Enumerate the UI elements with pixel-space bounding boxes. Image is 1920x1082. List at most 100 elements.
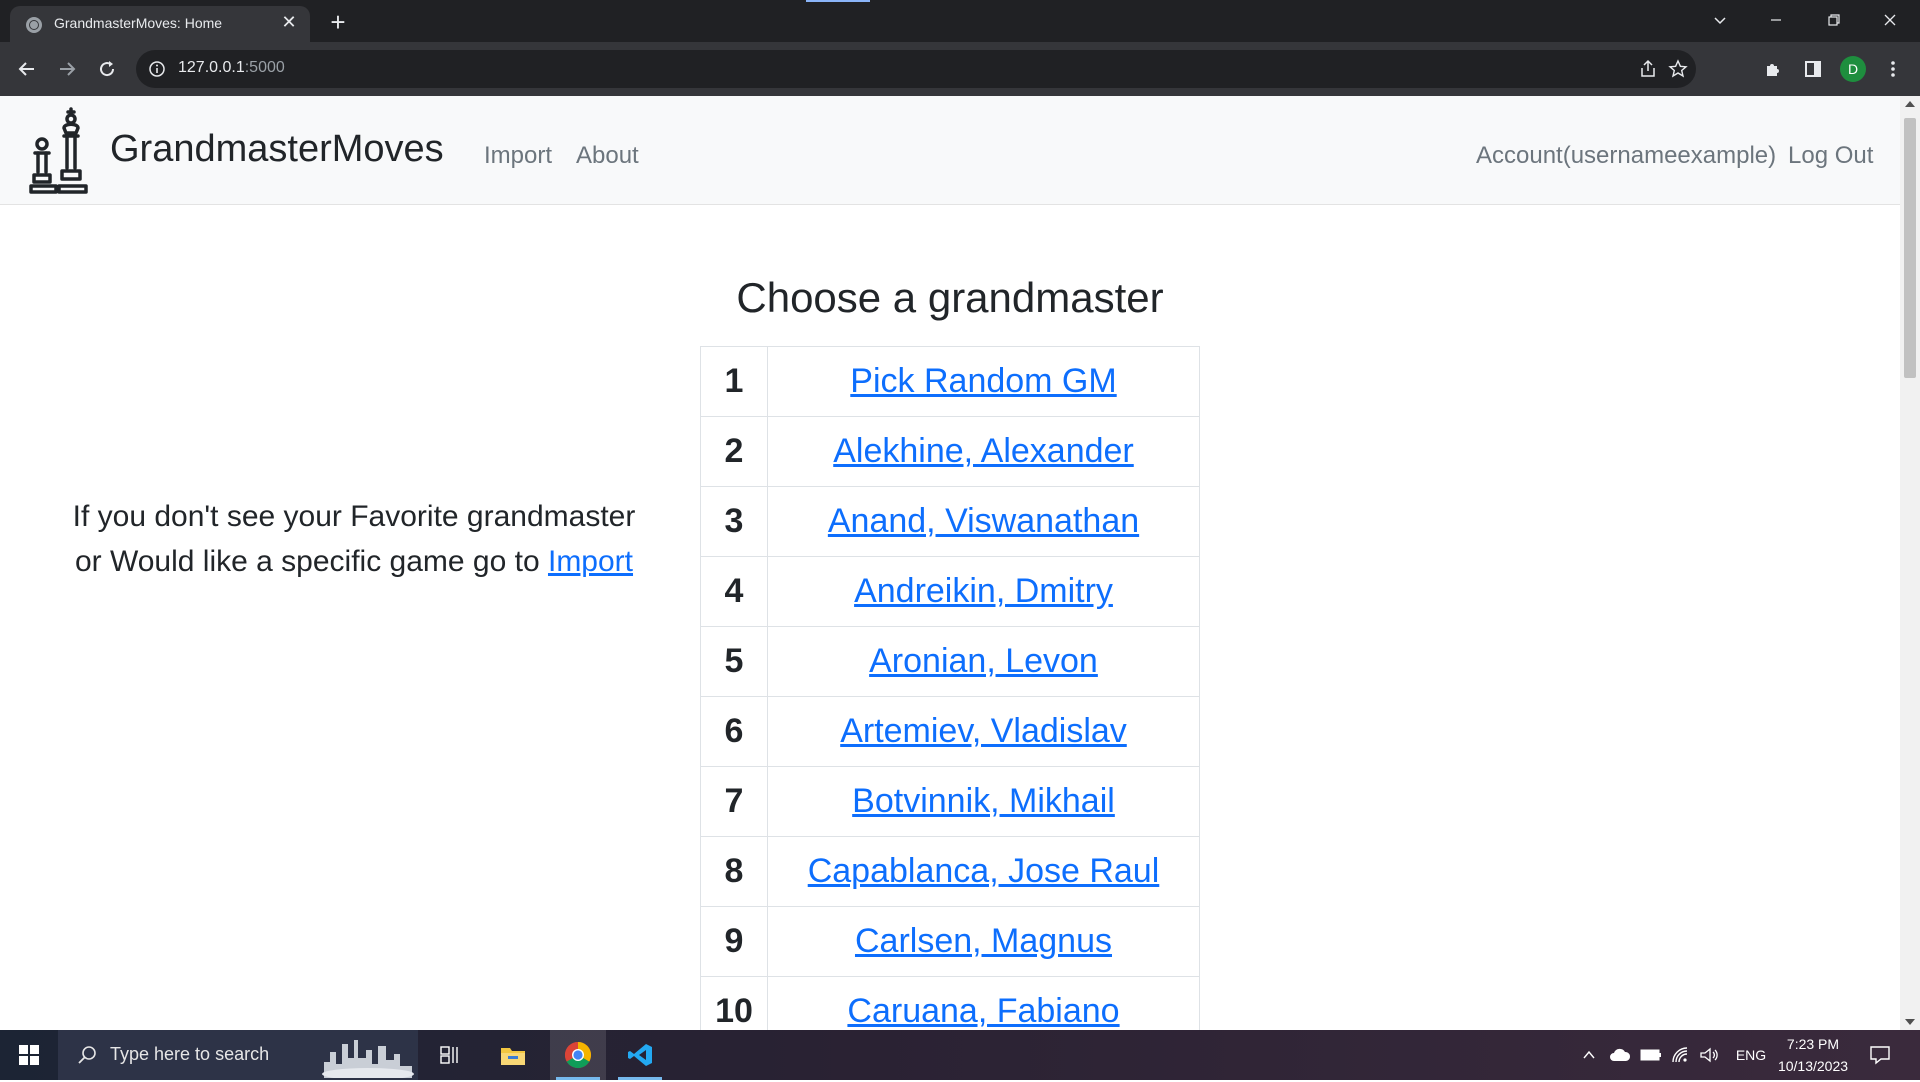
nav-link-import[interactable]: Import	[484, 142, 552, 170]
grandmaster-link[interactable]: Carlsen, Magnus	[855, 922, 1112, 960]
row-name-cell: Alekhine, Alexander	[767, 416, 1200, 487]
table-row: 3 Anand, Viswanathan	[700, 486, 1200, 557]
onedrive-cloud-icon[interactable]	[1606, 1030, 1634, 1080]
row-number: 5	[700, 626, 768, 697]
grandmaster-link[interactable]: Botvinnik, Mikhail	[852, 782, 1115, 820]
grandmaster-link[interactable]: Capablanca, Jose Raul	[808, 852, 1160, 890]
tab-title: GrandmasterMoves: Home	[54, 15, 223, 31]
table-row: 4 Andreikin, Dmitry	[700, 556, 1200, 627]
taskbar-search-box[interactable]: Type here to search	[58, 1030, 418, 1080]
row-name-cell: Caruana, Fabiano	[767, 976, 1200, 1030]
browser-toolbar: 127.0.0.1:5000 D	[0, 42, 1920, 96]
table-row: 9 Carlsen, Magnus	[700, 906, 1200, 977]
nav-link-account[interactable]: Account(usernameexample)	[1476, 142, 1776, 170]
grandmaster-link[interactable]: Alekhine, Alexander	[833, 432, 1134, 470]
grandmaster-link[interactable]: Artemiev, Vladislav	[840, 712, 1127, 750]
address-bar[interactable]: 127.0.0.1:5000	[136, 50, 1696, 88]
reload-icon[interactable]	[92, 54, 122, 84]
table-row: 6 Artemiev, Vladislav	[700, 696, 1200, 767]
table-row: 5 Aronian, Levon	[700, 626, 1200, 697]
row-number: 1	[700, 346, 768, 417]
site-navbar: GrandmasterMoves Import About Account(us…	[0, 96, 1900, 205]
row-name-cell: Anand, Viswanathan	[767, 486, 1200, 557]
row-name-cell: Pick Random GM	[767, 346, 1200, 417]
row-name-cell: Andreikin, Dmitry	[767, 556, 1200, 627]
close-tab-icon[interactable]: ✕	[278, 12, 300, 34]
site-info-icon[interactable]	[148, 60, 166, 82]
url-text: 127.0.0.1:5000	[178, 59, 285, 76]
side-panel-icon[interactable]	[1798, 54, 1828, 84]
brand-name[interactable]: GrandmasterMoves	[110, 128, 444, 171]
chrome-taskbar-icon[interactable]	[550, 1030, 606, 1080]
grandmaster-link[interactable]: Andreikin, Dmitry	[854, 572, 1113, 610]
new-tab-button[interactable]: +	[324, 8, 352, 36]
chess-pieces-logo-icon[interactable]	[26, 106, 96, 200]
grandmaster-link[interactable]: Pick Random GM	[850, 362, 1116, 400]
grandmaster-link[interactable]: Anand, Viswanathan	[828, 502, 1139, 540]
loading-indicator	[806, 0, 870, 2]
nav-link-about[interactable]: About	[576, 142, 639, 170]
row-number: 6	[700, 696, 768, 767]
table-row: 1 Pick Random GM	[700, 346, 1200, 417]
wifi-icon[interactable]	[1668, 1030, 1694, 1080]
table-row: 7 Botvinnik, Mikhail	[700, 766, 1200, 837]
scroll-down-icon[interactable]	[1905, 1019, 1915, 1025]
import-hint-link[interactable]: Import	[548, 545, 633, 578]
windows-start-icon[interactable]	[0, 1030, 58, 1080]
clock-date: 10/13/2023	[1777, 1058, 1849, 1074]
row-number: 10	[700, 976, 768, 1030]
language-indicator[interactable]: ENG	[1732, 1030, 1770, 1080]
web-page: GrandmasterMoves Import About Account(us…	[0, 96, 1900, 1030]
search-icon	[76, 1044, 98, 1070]
row-number: 9	[700, 906, 768, 977]
search-placeholder: Type here to search	[110, 1044, 270, 1064]
page-scrollbar[interactable]	[1900, 96, 1920, 1030]
scrollbar-thumb[interactable]	[1904, 118, 1916, 378]
browser-tab-strip: GrandmasterMoves: Home ✕ +	[0, 0, 1920, 42]
share-icon[interactable]	[1638, 59, 1658, 83]
import-hint: If you don't see your Favorite grandmast…	[60, 494, 648, 584]
menu-kebab-icon[interactable]	[1878, 54, 1908, 84]
task-view-icon[interactable]	[424, 1030, 474, 1080]
table-row: 10 Caruana, Fabiano	[700, 976, 1200, 1030]
minimize-icon[interactable]	[1748, 0, 1804, 40]
extensions-icon[interactable]	[1758, 54, 1788, 84]
grandmaster-table: 1 Pick Random GM 2 Alekhine, Alexander 3 Anan…	[700, 346, 1200, 1030]
row-number: 8	[700, 836, 768, 907]
table-row: 2 Alekhine, Alexander	[700, 416, 1200, 487]
notification-icon[interactable]	[1860, 1030, 1900, 1080]
clock[interactable]: 7:23 PM 10/13/2023	[1772, 1030, 1854, 1080]
grandmaster-link[interactable]: Aronian, Levon	[869, 642, 1098, 680]
bookmark-star-icon[interactable]	[1668, 59, 1688, 83]
browser-tab[interactable]: GrandmasterMoves: Home ✕	[10, 6, 310, 42]
scroll-up-icon[interactable]	[1905, 101, 1915, 107]
restore-icon[interactable]	[1806, 0, 1862, 40]
battery-icon[interactable]	[1638, 1030, 1664, 1080]
volume-icon[interactable]	[1696, 1030, 1722, 1080]
grandmaster-link[interactable]: Caruana, Fabiano	[847, 992, 1119, 1030]
clock-time: 7:23 PM	[1786, 1036, 1840, 1052]
row-number: 4	[700, 556, 768, 627]
row-name-cell: Aronian, Levon	[767, 626, 1200, 697]
close-window-icon[interactable]	[1862, 0, 1918, 40]
search-highlight-city-icon	[320, 1034, 416, 1082]
windows-taskbar: Type here to search ENG 7:23 PM 10/13/20…	[0, 1030, 1920, 1080]
row-number: 2	[700, 416, 768, 487]
row-number: 7	[700, 766, 768, 837]
row-name-cell: Artemiev, Vladislav	[767, 696, 1200, 767]
nav-link-logout[interactable]: Log Out	[1788, 142, 1873, 170]
vscode-taskbar-icon[interactable]	[612, 1030, 668, 1080]
chevron-up-icon[interactable]	[1578, 1030, 1600, 1080]
row-name-cell: Botvinnik, Mikhail	[767, 766, 1200, 837]
forward-arrow-icon[interactable]	[52, 54, 82, 84]
back-arrow-icon[interactable]	[12, 54, 42, 84]
row-name-cell: Capablanca, Jose Raul	[767, 836, 1200, 907]
profile-avatar[interactable]: D	[1840, 56, 1866, 82]
file-explorer-icon[interactable]	[488, 1030, 538, 1080]
table-row: 8 Capablanca, Jose Raul	[700, 836, 1200, 907]
tab-search-icon[interactable]	[1692, 0, 1748, 40]
page-heading: Choose a grandmaster	[736, 274, 1164, 321]
row-number: 3	[700, 486, 768, 557]
globe-icon	[26, 17, 42, 33]
row-name-cell: Carlsen, Magnus	[767, 906, 1200, 977]
